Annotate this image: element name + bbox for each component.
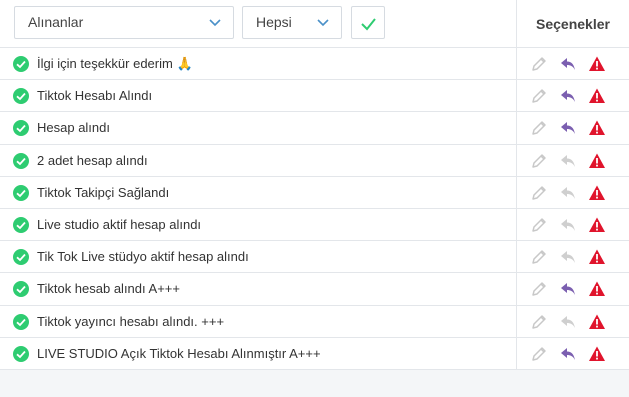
reply-icon[interactable] xyxy=(559,55,577,73)
review-text: LIVE STUDIO Açık Tiktok Hesabı Alınmıştı… xyxy=(37,345,321,361)
review-row: Hesap alındı xyxy=(0,112,629,145)
review-text: 2 adet hesap alındı xyxy=(37,152,148,168)
pencil-icon[interactable] xyxy=(530,119,548,137)
check-circle-icon xyxy=(13,184,29,201)
status-filter-value: Hepsi xyxy=(256,14,292,30)
warning-triangle-icon[interactable] xyxy=(588,184,606,202)
review-text: Tiktok Hesabı Alındı xyxy=(37,88,153,104)
chevron-down-icon xyxy=(209,19,221,27)
pencil-icon[interactable] xyxy=(530,55,548,73)
review-row: İlgi için teşekkür ederim 🙏 xyxy=(0,48,629,81)
pencil-icon[interactable] xyxy=(530,184,548,202)
reply-icon[interactable] xyxy=(559,280,577,298)
check-circle-icon xyxy=(13,281,29,298)
review-row: Tiktok hesab alındı A+++ xyxy=(0,273,629,306)
check-circle-icon xyxy=(13,313,29,330)
reply-icon[interactable] xyxy=(559,345,577,363)
review-row: Tiktok yayıncı hesabı alındı. +++ xyxy=(0,306,629,338)
pencil-icon[interactable] xyxy=(530,345,548,363)
check-circle-icon xyxy=(13,345,29,362)
check-circle-icon xyxy=(13,88,29,105)
reviews-list: İlgi için teşekkür ederim 🙏 Tiktok Hesab… xyxy=(0,48,629,370)
pencil-icon[interactable] xyxy=(530,152,548,170)
check-circle-icon xyxy=(13,216,29,233)
apply-filter-button[interactable] xyxy=(351,6,385,39)
reply-icon[interactable] xyxy=(559,119,577,137)
reply-icon[interactable] xyxy=(559,184,577,202)
review-text: Tiktok yayıncı hesabı alındı. +++ xyxy=(37,313,225,329)
reply-icon[interactable] xyxy=(559,87,577,105)
warning-triangle-icon[interactable] xyxy=(588,280,606,298)
review-text: Tiktok hesab alındı A+++ xyxy=(37,281,180,297)
warning-triangle-icon[interactable] xyxy=(588,345,606,363)
reply-icon[interactable] xyxy=(559,216,577,234)
review-text: Hesap alındı xyxy=(37,120,110,136)
warning-triangle-icon[interactable] xyxy=(588,152,606,170)
chevron-down-icon xyxy=(317,19,329,27)
pencil-icon[interactable] xyxy=(530,313,548,331)
review-text: Live studio aktif hesap alındı xyxy=(37,216,202,232)
check-icon xyxy=(361,18,376,31)
review-text: Tiktok Takipçi Sağlandı xyxy=(37,184,170,200)
review-row: 2 adet hesap alındı xyxy=(0,145,629,177)
pencil-icon[interactable] xyxy=(530,87,548,105)
pencil-icon[interactable] xyxy=(530,280,548,298)
warning-triangle-icon[interactable] xyxy=(588,216,606,234)
check-circle-icon xyxy=(13,56,29,72)
review-row: Tiktok Hesabı Alındı xyxy=(0,80,629,113)
type-filter-select[interactable]: Alınanlar xyxy=(14,6,234,39)
pencil-icon[interactable] xyxy=(530,248,548,266)
review-row: Tik Tok Live stüdyo aktif hesap alındı xyxy=(0,241,629,274)
check-circle-icon xyxy=(13,249,29,266)
reply-icon[interactable] xyxy=(559,313,577,331)
warning-triangle-icon[interactable] xyxy=(588,119,606,137)
warning-triangle-icon[interactable] xyxy=(588,55,606,73)
check-circle-icon xyxy=(13,120,29,137)
review-row: Tiktok Takipçi Sağlandı xyxy=(0,177,629,209)
reply-icon[interactable] xyxy=(559,248,577,266)
check-circle-icon xyxy=(13,152,29,169)
review-text: İlgi için teşekkür ederim 🙏 xyxy=(37,56,193,71)
review-row: Live studio aktif hesap alındı xyxy=(0,209,629,242)
review-text: Tik Tok Live stüdyo aktif hesap alındı xyxy=(37,249,249,265)
warning-triangle-icon[interactable] xyxy=(588,87,606,105)
pencil-icon[interactable] xyxy=(530,216,548,234)
review-row: LIVE STUDIO Açık Tiktok Hesabı Alınmıştı… xyxy=(0,338,629,370)
type-filter-value: Alınanlar xyxy=(28,14,84,30)
warning-triangle-icon[interactable] xyxy=(588,313,606,331)
status-filter-select[interactable]: Hepsi xyxy=(242,6,342,39)
options-header: Seçenekler xyxy=(536,16,610,32)
warning-triangle-icon[interactable] xyxy=(588,248,606,266)
reviews-panel: Alınanlar Hepsi Seçenekler İlgi için teş… xyxy=(0,0,629,370)
reply-icon[interactable] xyxy=(559,152,577,170)
